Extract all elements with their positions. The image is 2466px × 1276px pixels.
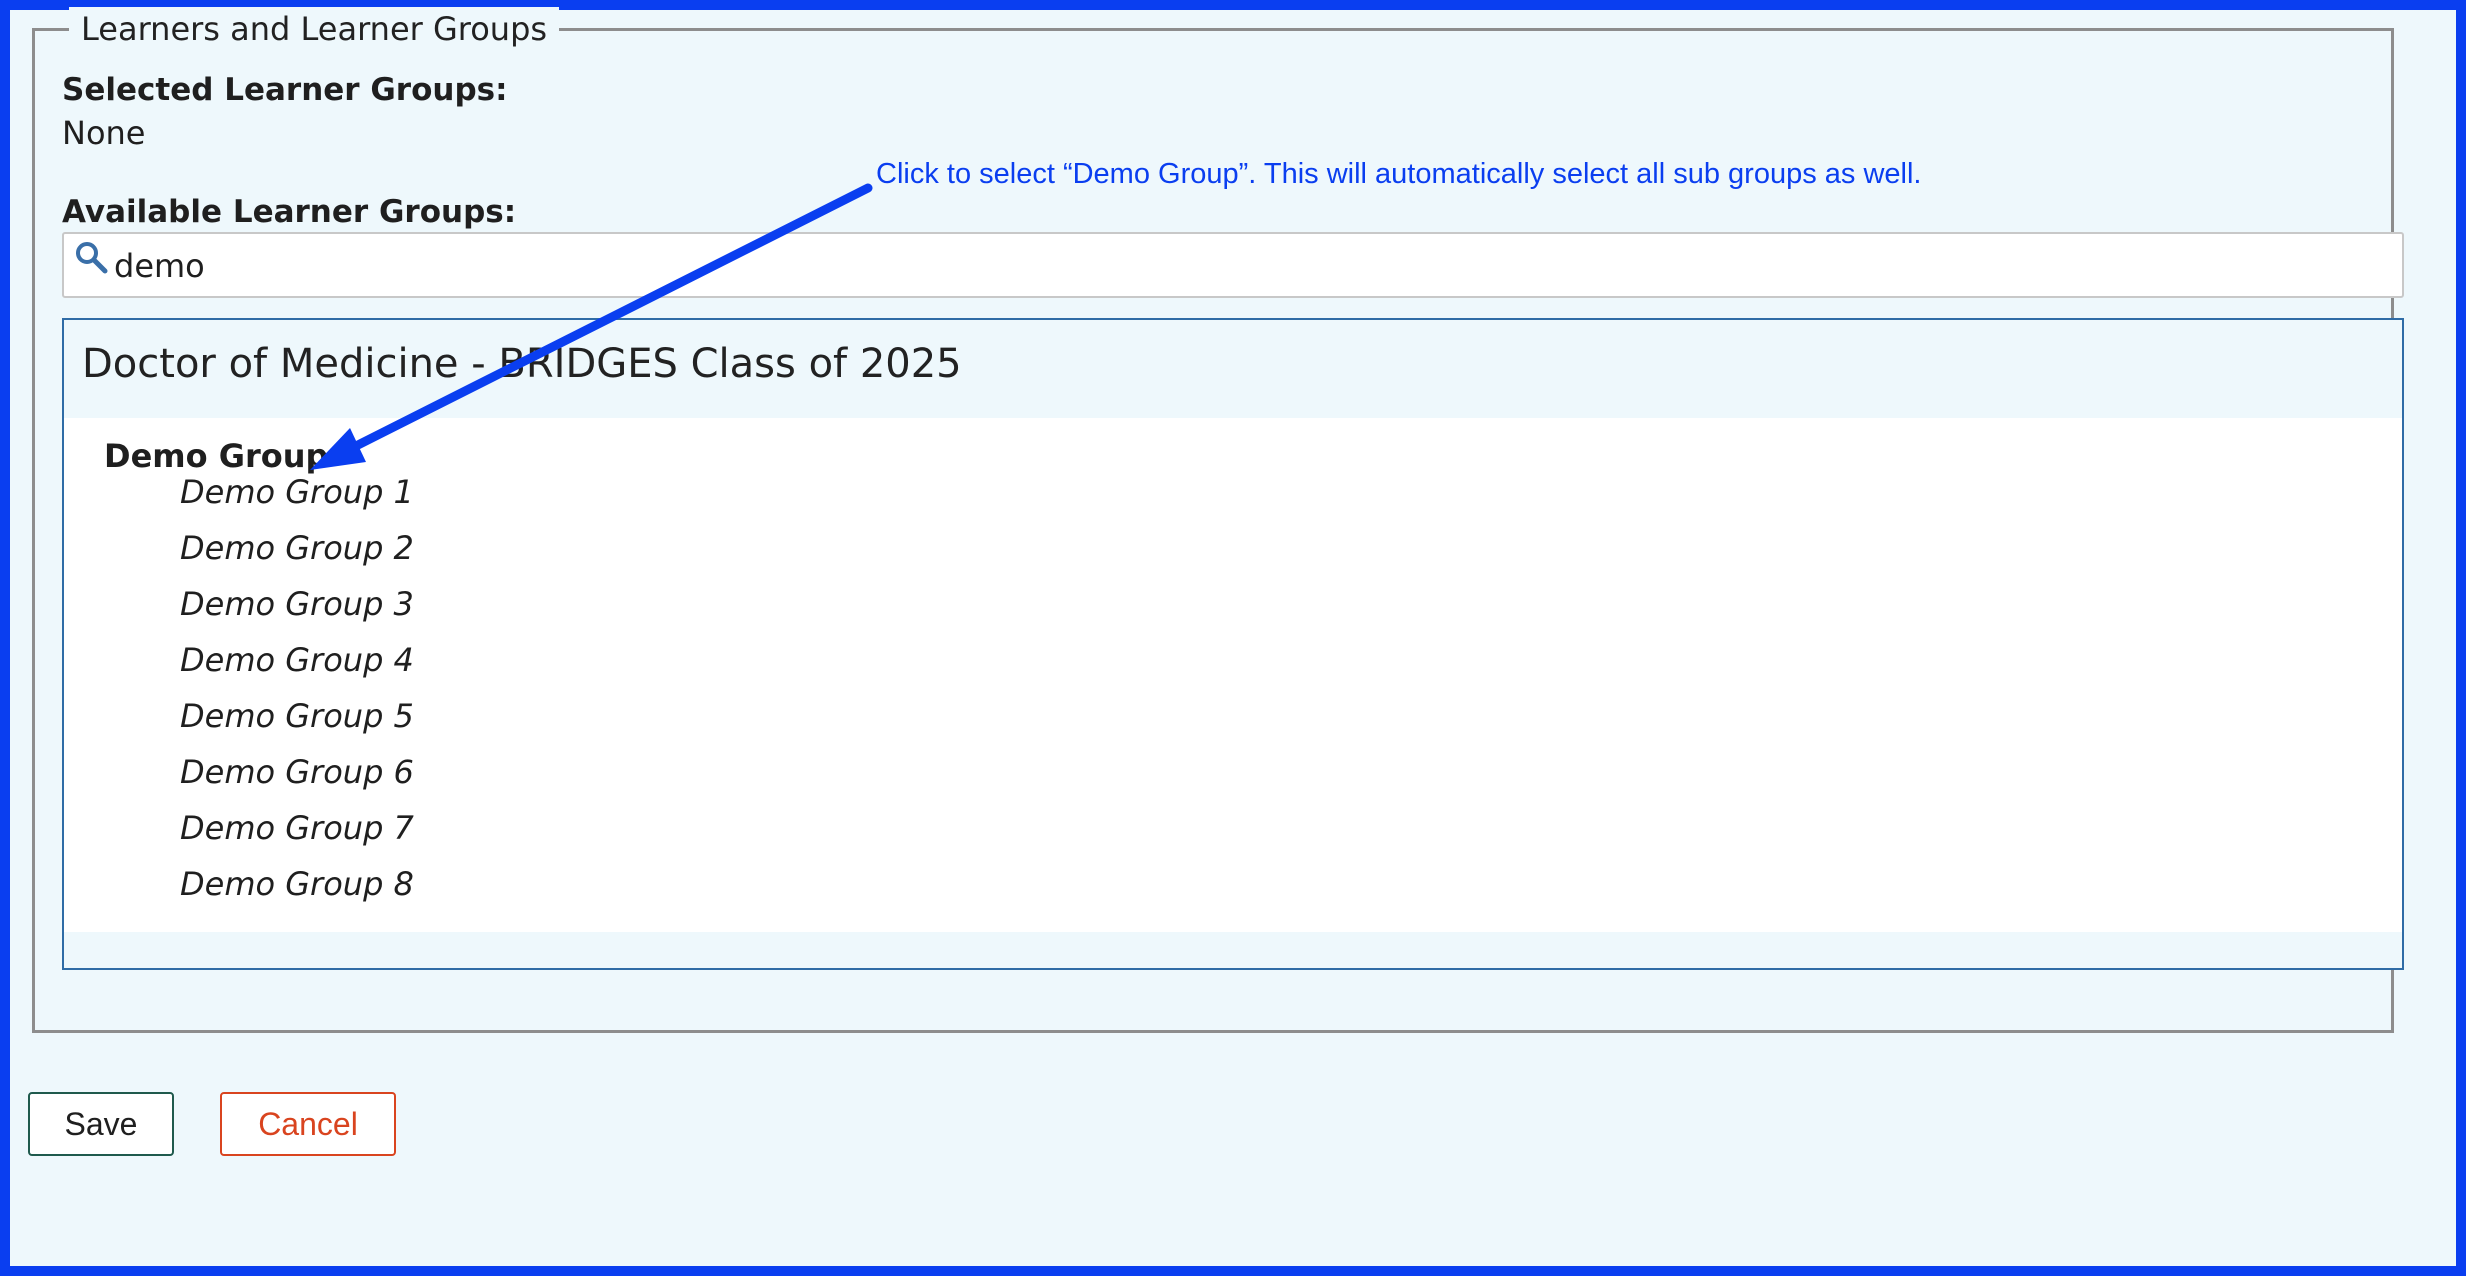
search-input-value: demo [114,247,205,285]
selected-groups-label: Selected Learner Groups: [62,72,508,108]
subgroup-item[interactable]: Demo Group 3 [180,584,414,624]
search-icon [74,240,108,274]
group-item-demo-group[interactable]: Demo Group [104,436,328,476]
results-panel: Doctor of Medicine - BRIDGES Class of 20… [62,318,2404,970]
save-button[interactable]: Save [28,1092,174,1156]
program-title: Doctor of Medicine - BRIDGES Class of 20… [82,341,962,387]
subgroup-item[interactable]: Demo Group 4 [180,640,414,680]
search-input[interactable]: demo [62,232,2404,298]
groups-list: Demo Group Demo Group 1 Demo Group 2 Dem… [64,418,2402,932]
available-groups-label: Available Learner Groups: [62,194,517,230]
subgroup-item[interactable]: Demo Group 6 [180,752,414,792]
fieldset-legend: Learners and Learner Groups [69,7,560,51]
selected-groups-value: None [62,114,146,152]
cancel-button[interactable]: Cancel [220,1092,396,1156]
subgroup-item[interactable]: Demo Group 5 [180,696,414,736]
subgroup-item[interactable]: Demo Group 2 [180,528,414,568]
page-frame: Learners and Learner Groups Selected Lea… [10,7,2456,1266]
annotation-callout-text: Click to select “Demo Group”. This will … [876,158,1922,190]
subgroup-item[interactable]: Demo Group 1 [180,472,414,512]
subgroup-item[interactable]: Demo Group 7 [180,808,414,848]
subgroup-item[interactable]: Demo Group 8 [180,864,414,904]
